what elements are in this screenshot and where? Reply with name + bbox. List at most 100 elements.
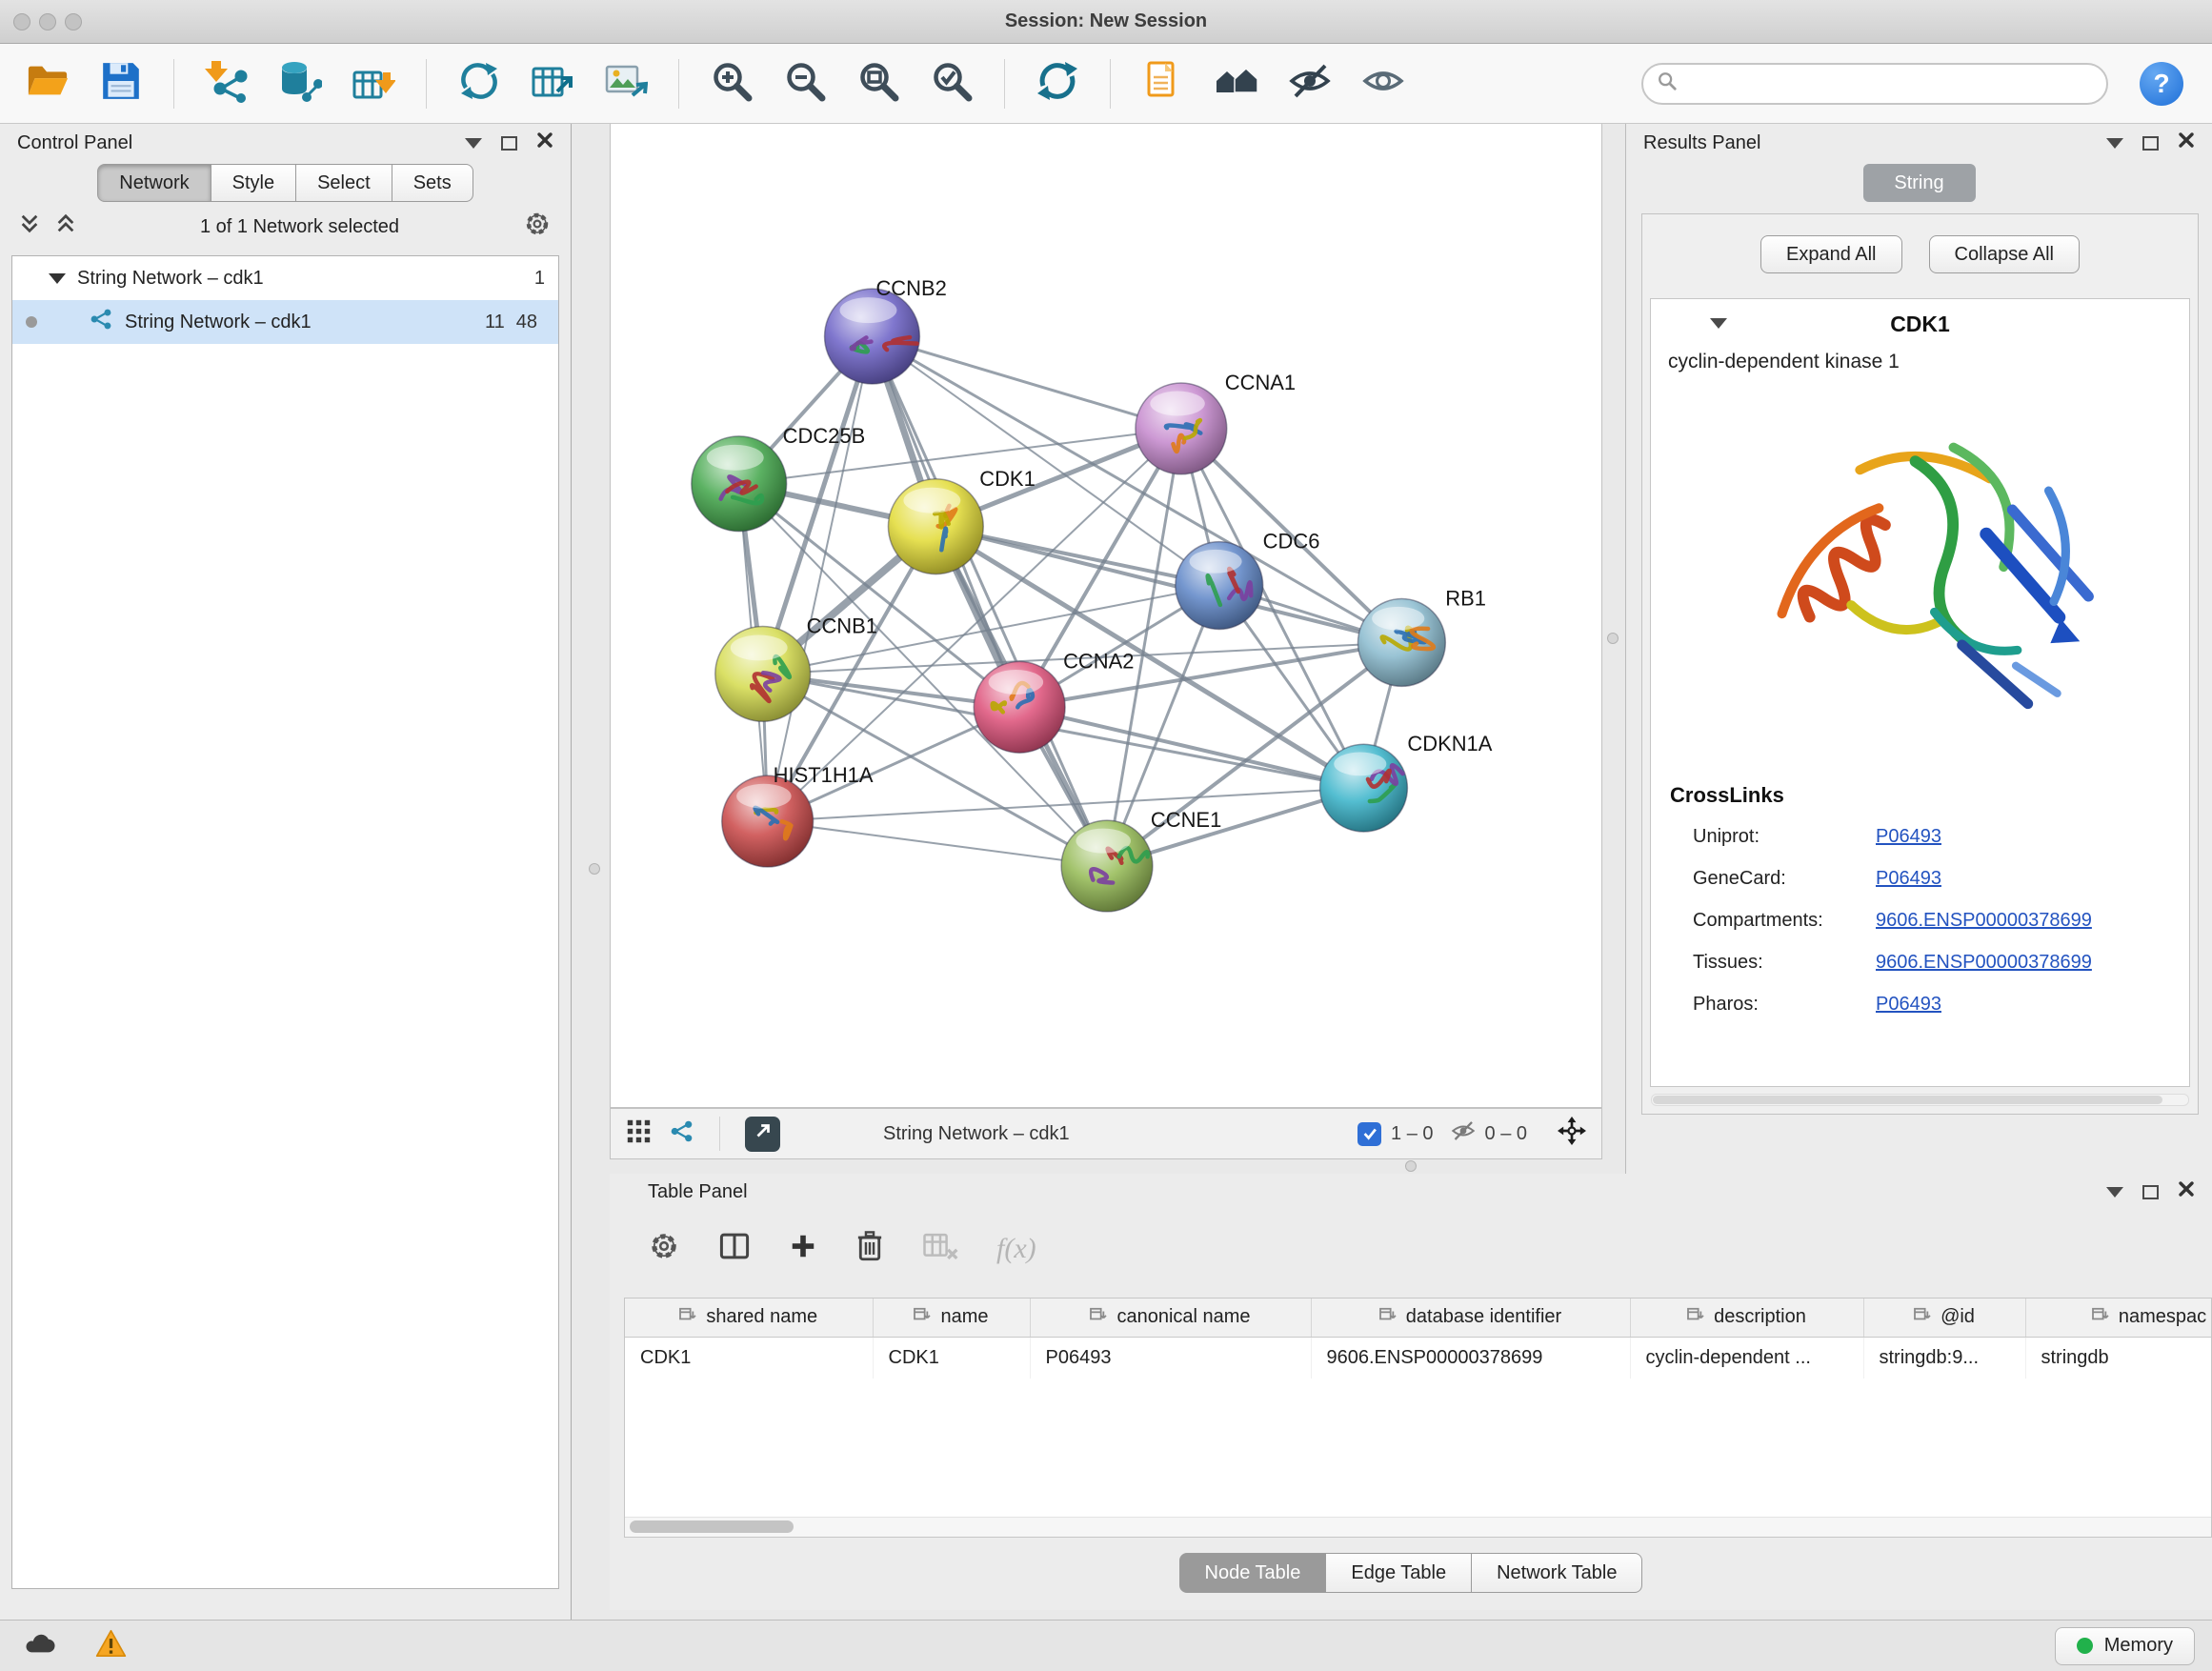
tab-edge-table[interactable]: Edge Table xyxy=(1325,1553,1472,1593)
expand-all-button[interactable]: Expand All xyxy=(1760,235,1902,273)
table-cell[interactable]: 9606.ENSP00000378699 xyxy=(1311,1337,1630,1379)
network-node[interactable]: CDC6 xyxy=(1176,530,1320,630)
string-network-graph[interactable]: CCNB2CCNA1CDC25BCDK1CDC6RB1CCNB1CCNA2CDK… xyxy=(611,124,1601,1107)
zoom-out-button[interactable] xyxy=(776,55,834,112)
import-table-button[interactable] xyxy=(345,55,402,112)
crosslink-link[interactable]: P06493 xyxy=(1876,862,1941,895)
results-scrollbar[interactable] xyxy=(1651,1094,2189,1106)
panel-menu-icon[interactable] xyxy=(2106,138,2123,149)
share-network-icon[interactable] xyxy=(669,1118,694,1150)
grid-view-icon[interactable] xyxy=(626,1118,652,1150)
checkbox-icon[interactable] xyxy=(1357,1122,1381,1146)
crosslink-link[interactable]: P06493 xyxy=(1876,988,1941,1020)
search-box[interactable] xyxy=(1641,63,2108,105)
zoom-window-button[interactable] xyxy=(65,13,82,30)
gene-header[interactable]: CDK1 xyxy=(1651,299,2189,349)
warning-button[interactable] xyxy=(88,1626,133,1666)
table-cell[interactable]: stringdb xyxy=(2025,1337,2212,1379)
table-cell[interactable]: CDK1 xyxy=(625,1337,873,1379)
network-collection-row[interactable]: String Network – cdk1 1 xyxy=(12,256,558,300)
right-splitter-handle[interactable] xyxy=(1607,633,1619,644)
close-panel-icon[interactable] xyxy=(2178,1180,2195,1203)
bottom-splitter-handle[interactable] xyxy=(1405,1160,1417,1172)
delete-trash-icon[interactable] xyxy=(855,1230,884,1268)
close-window-button[interactable] xyxy=(13,13,30,30)
column-header[interactable]: name xyxy=(873,1299,1030,1337)
tab-style[interactable]: Style xyxy=(211,164,296,202)
import-network-database-button[interactable] xyxy=(271,55,329,112)
network-node[interactable]: RB1 xyxy=(1357,587,1486,687)
crosslink-link[interactable]: 9606.ENSP00000378699 xyxy=(1876,946,2092,978)
table-cell[interactable]: CDK1 xyxy=(873,1337,1030,1379)
export-table-button[interactable] xyxy=(524,55,581,112)
zoom-fit-button[interactable] xyxy=(850,55,907,112)
table-settings-gear-icon[interactable] xyxy=(648,1230,680,1268)
column-header[interactable]: database identifier xyxy=(1311,1299,1630,1337)
column-header[interactable]: shared name xyxy=(625,1299,873,1337)
crosslink-link[interactable]: P06493 xyxy=(1876,820,1941,853)
add-column-plus-icon[interactable] xyxy=(789,1232,817,1266)
help-button[interactable]: ? xyxy=(2140,62,2183,106)
export-image-button[interactable] xyxy=(597,55,654,112)
float-panel-icon[interactable] xyxy=(2142,136,2159,151)
cloud-button[interactable] xyxy=(17,1626,63,1666)
browser-home-button[interactable] xyxy=(1208,55,1265,112)
import-network-file-button[interactable] xyxy=(198,55,255,112)
show-graphics-button[interactable] xyxy=(1355,55,1412,112)
collection-disclosure-icon[interactable] xyxy=(49,273,66,284)
gear-icon[interactable] xyxy=(523,210,552,244)
network-node[interactable]: CCNA1 xyxy=(1136,371,1296,474)
column-header[interactable]: namespac xyxy=(2025,1299,2212,1337)
save-session-button[interactable] xyxy=(92,55,150,112)
table-cell[interactable]: stringdb:9... xyxy=(1863,1337,2025,1379)
gene-disclosure-icon[interactable] xyxy=(1710,318,1727,329)
memory-button[interactable]: Memory xyxy=(2055,1627,2195,1665)
hide-graphics-button[interactable] xyxy=(1281,55,1338,112)
pan-crosshair-icon[interactable] xyxy=(1558,1117,1586,1151)
open-in-new-window-button[interactable] xyxy=(745,1117,780,1152)
zoom-fit-icon xyxy=(856,59,900,109)
zoom-in-button[interactable] xyxy=(703,55,760,112)
open-session-button[interactable] xyxy=(19,55,76,112)
crosslink-link[interactable]: 9606.ENSP00000378699 xyxy=(1876,904,2092,936)
collapse-all-button[interactable]: Collapse All xyxy=(1929,235,2081,273)
table-horizontal-scrollbar[interactable] xyxy=(625,1517,2211,1537)
column-header[interactable]: @id xyxy=(1863,1299,2025,1337)
documentation-button[interactable] xyxy=(1135,55,1192,112)
collapse-all-icon[interactable] xyxy=(19,212,40,241)
tab-network-table[interactable]: Network Table xyxy=(1471,1553,1642,1593)
network-node[interactable]: CDK1 xyxy=(888,467,1035,574)
new-network-from-selection-button[interactable] xyxy=(451,55,508,112)
tab-select[interactable]: Select xyxy=(295,164,392,202)
column-header[interactable]: description xyxy=(1630,1299,1863,1337)
results-scrollbar-thumb[interactable] xyxy=(1653,1096,2162,1104)
panel-menu-icon[interactable] xyxy=(2106,1187,2123,1198)
close-panel-icon[interactable] xyxy=(536,131,553,154)
tab-string[interactable]: String xyxy=(1863,164,1976,202)
network-row[interactable]: String Network – cdk1 11 48 xyxy=(12,300,558,344)
zoom-selected-button[interactable] xyxy=(923,55,980,112)
float-panel-icon[interactable] xyxy=(2142,1185,2159,1199)
column-header[interactable]: canonical name xyxy=(1030,1299,1311,1337)
network-node[interactable]: HIST1H1A xyxy=(722,763,874,867)
table-row[interactable]: CDK1CDK1P064939606.ENSP00000378699cyclin… xyxy=(625,1337,2212,1379)
float-panel-icon[interactable] xyxy=(501,136,517,151)
table-scrollbar-thumb[interactable] xyxy=(630,1520,794,1533)
results-panel-header: Results Panel xyxy=(1626,124,2212,162)
node-table[interactable]: shared namenamecanonical namedatabase id… xyxy=(624,1298,2212,1538)
left-splitter-handle[interactable] xyxy=(589,863,600,875)
panel-menu-icon[interactable] xyxy=(465,138,482,149)
search-input[interactable] xyxy=(1687,72,2093,94)
apply-layout-button[interactable] xyxy=(1029,55,1086,112)
tab-network[interactable]: Network xyxy=(97,164,211,202)
close-panel-icon[interactable] xyxy=(2178,131,2195,154)
network-view-canvas[interactable]: CCNB2CCNA1CDC25BCDK1CDC6RB1CCNB1CCNA2CDK… xyxy=(610,124,1602,1108)
show-columns-icon[interactable] xyxy=(718,1230,751,1268)
minimize-window-button[interactable] xyxy=(39,13,56,30)
tab-node-table[interactable]: Node Table xyxy=(1179,1553,1327,1593)
expand-all-icon[interactable] xyxy=(55,212,76,241)
tab-sets[interactable]: Sets xyxy=(392,164,473,202)
table-cell[interactable]: P06493 xyxy=(1030,1337,1311,1379)
table-cell[interactable]: cyclin-dependent ... xyxy=(1630,1337,1863,1379)
network-node[interactable]: CDKN1A xyxy=(1320,732,1493,832)
